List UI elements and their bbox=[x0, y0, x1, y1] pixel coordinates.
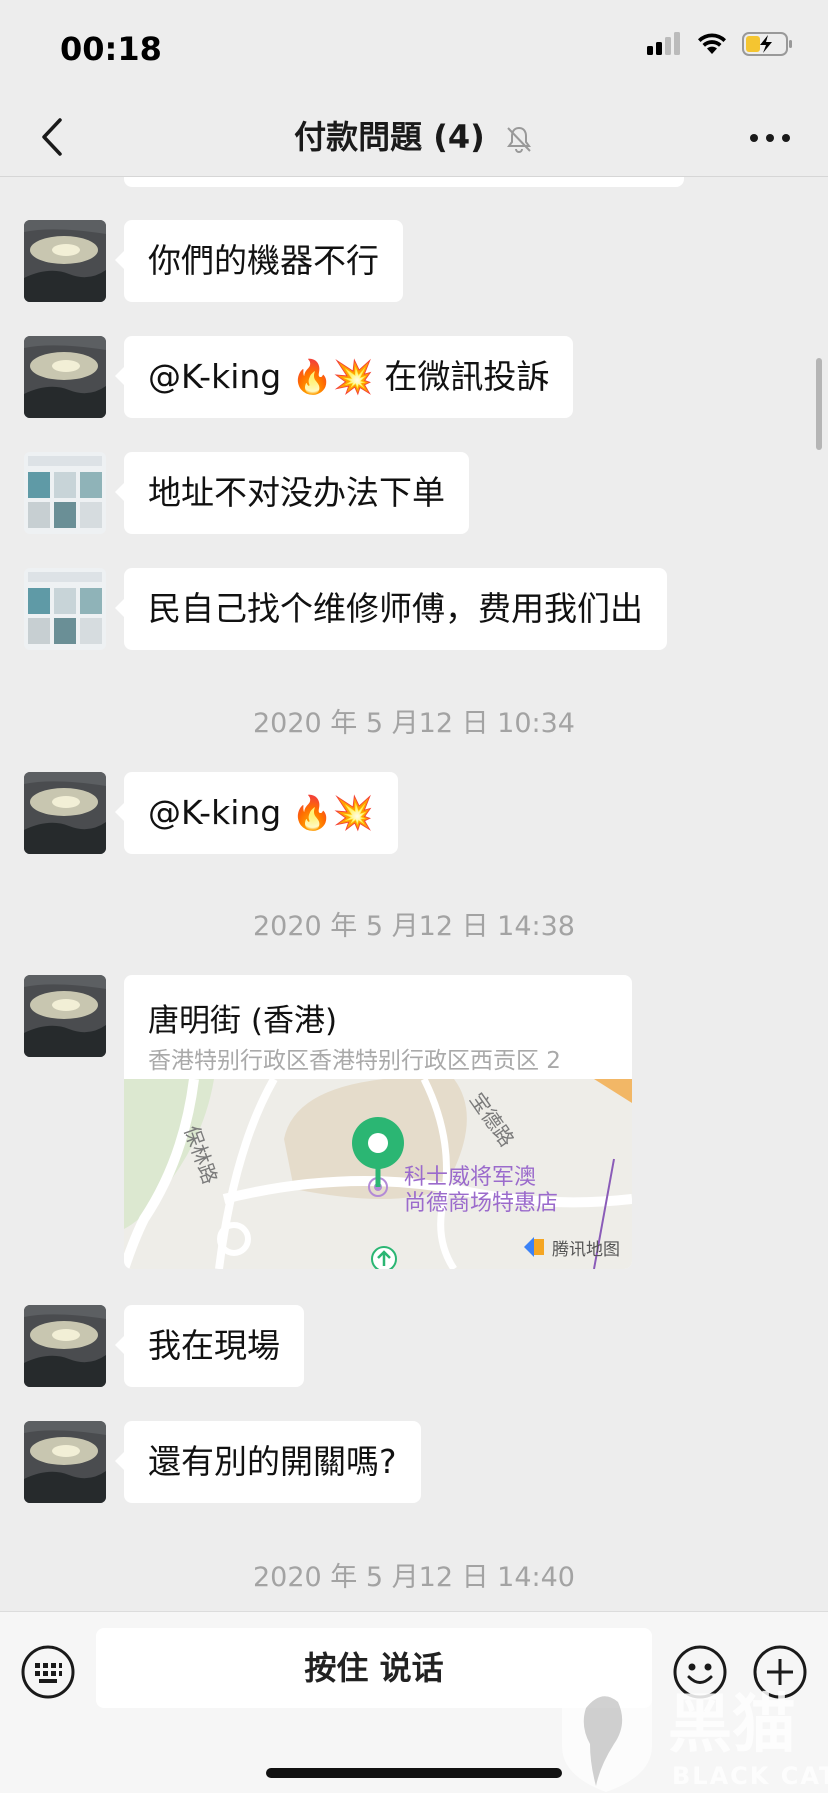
avatar[interactable] bbox=[24, 568, 106, 650]
map-provider-label: 腾讯地图 bbox=[552, 1240, 620, 1260]
map-poi-line2: 尚德商场特惠店 bbox=[404, 1191, 558, 1216]
chat-title-wrap: 付款問題 (4) bbox=[0, 112, 828, 158]
home-indicator bbox=[266, 1768, 562, 1778]
message-bubble[interactable]: 我在現場 bbox=[115, 1305, 304, 1387]
partial-message-bubble bbox=[124, 177, 684, 187]
message-row: @K-king 🔥💥 在微訊投訴 bbox=[24, 336, 574, 418]
black-cat-watermark-logo: 黑猫 BLACK CAT bbox=[562, 1668, 828, 1792]
location-name: 唐明街 (香港) bbox=[148, 1003, 338, 1039]
message-row: 還有別的開關嗎? bbox=[24, 1421, 421, 1503]
message-row: 我在現場 bbox=[24, 1305, 304, 1387]
location-address: 香港特别行政区香港特别行政区西贡区 2 bbox=[148, 1048, 561, 1074]
avatar[interactable] bbox=[24, 220, 106, 302]
message-bubble[interactable]: 你們的機器不行 bbox=[115, 220, 403, 302]
battery-charging-icon bbox=[742, 32, 792, 56]
avatar[interactable] bbox=[24, 1421, 106, 1503]
timestamp: 2020 年 5 月12 日 14:40 bbox=[253, 1562, 575, 1593]
avatar[interactable] bbox=[24, 772, 106, 854]
message-bubble[interactable]: 民自己找个维修师傅，费用我们出 bbox=[115, 568, 667, 650]
message-row: 你們的機器不行 bbox=[24, 220, 403, 302]
muted-bell-icon bbox=[506, 126, 531, 153]
message-bubble[interactable]: 還有別的開關嗎? bbox=[115, 1421, 421, 1503]
avatar[interactable] bbox=[24, 975, 106, 1057]
watermark-cn: 黑猫 bbox=[668, 1688, 796, 1762]
avatar[interactable] bbox=[24, 452, 106, 534]
chat-title: 付款問題 (4) bbox=[294, 118, 485, 156]
keyboard-icon[interactable] bbox=[20, 1644, 76, 1700]
message-bubble[interactable]: 地址不对没办法下单 bbox=[115, 452, 469, 534]
message-bubble[interactable]: @K-king 🔥💥 bbox=[115, 772, 398, 854]
location-card[interactable]: 唐明街 (香港) 香港特别行政区香港特别行政区西贡区 2 保林路 宝德路 科士威… bbox=[124, 975, 632, 1269]
watermark-en: BLACK CAT bbox=[672, 1762, 828, 1790]
timestamp: 2020 年 5 月12 日 14:38 bbox=[253, 911, 575, 942]
message-row: 地址不对没办法下单 bbox=[24, 452, 469, 534]
timestamp: 2020 年 5 月12 日 10:34 bbox=[253, 708, 575, 739]
message-bubble[interactable]: @K-king 🔥💥 在微訊投訴 bbox=[114, 336, 574, 418]
wifi-icon bbox=[698, 33, 726, 54]
chat-header: 付款問題 (4) bbox=[0, 100, 828, 177]
status-bar: 00:18 bbox=[0, 0, 828, 100]
chat-message-list[interactable]: 你們的機器不行 @K-king 🔥💥 在微訊投訴 地址不对没办法下单 民自己找个… bbox=[0, 177, 828, 1611]
message-row: 民自己找个维修师傅，费用我们出 bbox=[24, 568, 667, 650]
more-options-icon[interactable] bbox=[748, 128, 792, 148]
cellular-signal-icon bbox=[647, 32, 680, 55]
message-row: @K-king 🔥💥 bbox=[24, 772, 398, 854]
status-icons bbox=[646, 32, 794, 56]
scrollbar[interactable] bbox=[816, 358, 822, 450]
avatar[interactable] bbox=[24, 336, 106, 418]
avatar[interactable] bbox=[24, 1305, 106, 1387]
status-time: 00:18 bbox=[60, 30, 162, 68]
message-row: 唐明街 (香港) 香港特别行政区香港特别行政区西贡区 2 保林路 宝德路 科士威… bbox=[24, 975, 632, 1269]
map-poi-line1: 科士威将军澳 bbox=[404, 1165, 536, 1190]
location-map: 保林路 宝德路 科士威将军澳 尚德商场特惠店 腾讯地图 bbox=[124, 1079, 632, 1269]
